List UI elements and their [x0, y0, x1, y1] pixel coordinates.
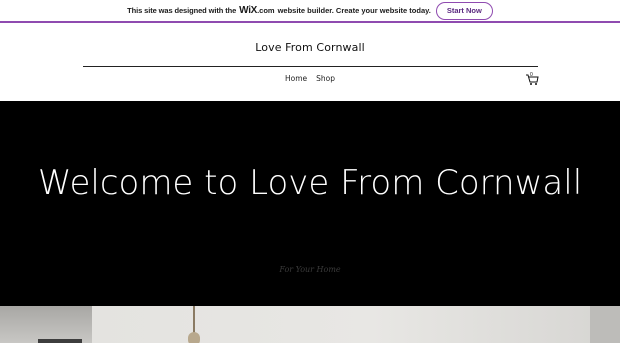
- photo-left-panel: [0, 306, 92, 343]
- photo-dark-object: [38, 339, 82, 343]
- wix-ad-banner: This site was designed with the WiX .com…: [0, 0, 620, 23]
- hero-title: Welcome to Love From Cornwall: [0, 161, 620, 205]
- hero-title-text: Welcome to Love From Cornwall: [37, 163, 583, 203]
- hero-subtitle: For Your Home: [279, 265, 341, 274]
- wix-logo[interactable]: WiX: [239, 5, 257, 16]
- hero-section: Welcome to Love From Cornwall For Your H…: [0, 101, 620, 306]
- wix-banner-text: This site was designed with the: [127, 6, 237, 15]
- header-divider: [83, 66, 538, 67]
- wix-logo-suffix: .com: [257, 6, 275, 15]
- cart-count: 0: [530, 72, 533, 78]
- start-now-button[interactable]: Start Now: [435, 1, 493, 20]
- photo-lamp: [188, 332, 200, 343]
- site-header: Love From Cornwall Home Shop 0: [0, 25, 620, 101]
- photo-wall: [0, 306, 620, 343]
- nav-shop-link[interactable]: Shop: [316, 74, 335, 83]
- nav-home-link[interactable]: Home: [285, 74, 307, 83]
- photo-right-panel: [590, 306, 620, 343]
- interior-photo: [0, 306, 620, 343]
- wix-banner-cta-text: website builder. Create your website tod…: [277, 6, 431, 15]
- site-title[interactable]: Love From Cornwall: [0, 41, 620, 54]
- cart-button[interactable]: 0: [525, 72, 539, 86]
